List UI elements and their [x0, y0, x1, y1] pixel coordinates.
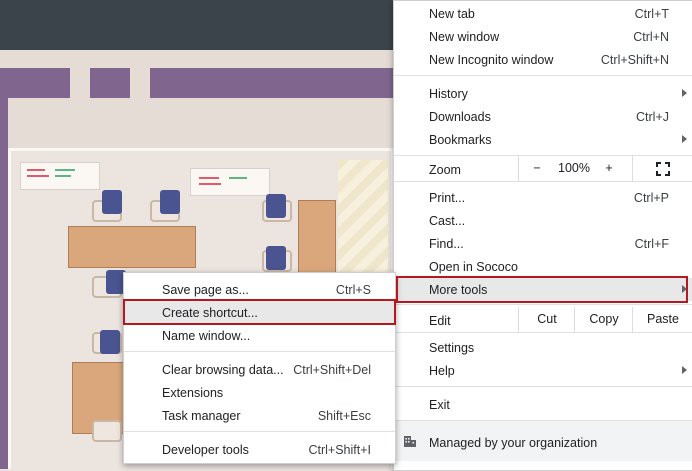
menu-item-bookmarks[interactable]: Bookmarks — [394, 128, 692, 151]
menu-item-shortcut: Ctrl+S — [335, 283, 371, 297]
chrome-main-menu: New tab Ctrl+T New window Ctrl+N New Inc… — [393, 0, 692, 471]
menu-item-shortcut: Ctrl+N — [633, 30, 669, 44]
menu-item-new-window[interactable]: New window Ctrl+N — [394, 25, 692, 48]
menu-item-label: Clear browsing data... — [162, 363, 284, 377]
zoom-level: 100% — [558, 161, 590, 175]
menu-item-history[interactable]: History — [394, 82, 692, 105]
menu-item-label: New Incognito window — [429, 53, 554, 67]
menu-item-label: Extensions — [162, 386, 224, 400]
menu-item-shortcut: Ctrl+T — [634, 7, 669, 21]
menu-item-cast[interactable]: Cast... — [394, 209, 692, 232]
map-chair — [100, 330, 120, 354]
menu-item-help[interactable]: Help — [394, 359, 692, 382]
menu-item-label: Zoom — [429, 163, 461, 177]
menu-item-clear-browsing-data[interactable]: Clear browsing data... Ctrl+Shift+Del — [124, 358, 395, 381]
menu-separator — [394, 386, 692, 387]
chevron-right-icon — [682, 89, 687, 97]
menu-row-edit: Edit Cut Copy Paste — [394, 307, 692, 332]
map-chair — [266, 246, 286, 270]
menu-item-label: Edit — [429, 314, 451, 328]
map-chair — [102, 190, 122, 214]
map-whiteboard — [20, 162, 100, 190]
menu-item-shortcut: Ctrl+P — [633, 191, 669, 205]
menu-item-new-tab[interactable]: New tab Ctrl+T — [394, 2, 692, 25]
copy-button[interactable]: Copy — [574, 307, 633, 332]
map-table — [68, 226, 196, 268]
menu-item-label: Save page as... — [162, 283, 249, 297]
menu-separator — [394, 332, 692, 333]
map-wall — [90, 68, 130, 98]
menu-separator — [124, 431, 395, 432]
menu-separator — [394, 181, 692, 182]
menu-item-extensions[interactable]: Extensions — [124, 381, 395, 404]
menu-item-shortcut: Ctrl+J — [636, 110, 669, 124]
fullscreen-icon — [656, 162, 670, 176]
menu-separator — [394, 304, 692, 305]
menu-item-label: Name window... — [162, 329, 251, 343]
menu-item-shortcut: Ctrl+Shift+I — [308, 443, 371, 457]
menu-item-label: Cast... — [429, 214, 466, 228]
menu-item-label: History — [429, 87, 468, 101]
menu-item-shortcut: Shift+Esc — [317, 409, 371, 423]
menu-item-shortcut: Ctrl+F — [634, 237, 669, 251]
zoom-out-button[interactable]: − — [518, 156, 555, 181]
map-chair — [92, 420, 122, 442]
zoom-in-button[interactable]: + — [594, 156, 624, 181]
menu-item-label: Developer tools — [162, 443, 249, 457]
menu-item-exit[interactable]: Exit — [394, 393, 692, 416]
menu-item-label: Print... — [429, 191, 466, 205]
menu-item-label: Downloads — [429, 110, 491, 124]
menu-item-managed[interactable]: Managed by your organization — [394, 421, 692, 461]
cut-button[interactable]: Cut — [518, 307, 575, 332]
menu-item-shortcut: Ctrl+Shift+Del — [293, 363, 371, 377]
menu-separator — [394, 75, 692, 76]
map-whiteboard — [190, 168, 270, 196]
menu-separator — [124, 351, 395, 352]
menu-item-label: Create shortcut... — [162, 306, 258, 320]
menu-item-shortcut: Ctrl+Shift+N — [600, 53, 669, 67]
menu-item-more-tools[interactable]: More tools — [394, 278, 692, 301]
more-tools-submenu: Save page as... Ctrl+S Create shortcut..… — [123, 272, 396, 464]
map-chair — [266, 194, 286, 218]
menu-item-open-in-app[interactable]: Open in Sococo — [394, 255, 692, 278]
menu-item-label: More tools — [429, 283, 488, 297]
menu-item-downloads[interactable]: Downloads Ctrl+J — [394, 105, 692, 128]
menu-item-label: New window — [429, 30, 500, 44]
building-icon — [404, 436, 416, 447]
menu-item-label: Help — [429, 364, 455, 378]
chevron-right-icon — [682, 285, 687, 293]
menu-item-create-shortcut[interactable]: Create shortcut... — [124, 301, 395, 324]
menu-item-print[interactable]: Print... Ctrl+P — [394, 186, 692, 209]
menu-item-settings[interactable]: Settings — [394, 336, 692, 359]
menu-item-label: New tab — [429, 7, 475, 21]
map-chair — [160, 190, 180, 214]
menu-item-label: Find... — [429, 237, 464, 251]
chevron-right-icon — [682, 135, 687, 143]
menu-item-label: Bookmarks — [429, 133, 492, 147]
menu-item-developer-tools[interactable]: Developer tools Ctrl+Shift+I — [124, 438, 395, 461]
menu-item-label: Settings — [429, 341, 475, 355]
paste-button[interactable]: Paste — [632, 307, 692, 332]
fullscreen-button[interactable] — [632, 156, 692, 181]
menu-item-task-manager[interactable]: Task manager Shift+Esc — [124, 404, 395, 427]
chevron-right-icon — [682, 366, 687, 374]
map-wall — [0, 68, 70, 98]
menu-row-zoom: Zoom − 100% + — [394, 156, 692, 181]
map-wall — [150, 68, 395, 98]
menu-item-label: Task manager — [162, 409, 241, 423]
map-wall — [0, 98, 8, 469]
menu-item-label: Exit — [429, 398, 450, 412]
menu-item-save-page[interactable]: Save page as... Ctrl+S — [124, 278, 395, 301]
menu-item-label: Open in Sococo — [429, 260, 518, 274]
menu-item-find[interactable]: Find... Ctrl+F — [394, 232, 692, 255]
menu-item-label: Managed by your organization — [429, 436, 598, 450]
menu-item-new-incognito[interactable]: New Incognito window Ctrl+Shift+N — [394, 48, 692, 71]
menu-item-name-window[interactable]: Name window... — [124, 324, 395, 347]
